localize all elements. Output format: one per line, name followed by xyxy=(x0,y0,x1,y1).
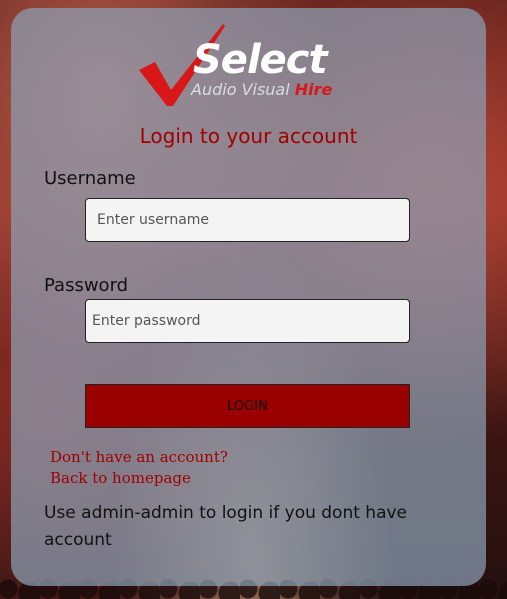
username-input[interactable] xyxy=(85,198,410,242)
login-hint: Use admin-admin to login if you dont hav… xyxy=(44,503,408,550)
page-title: Login to your account xyxy=(139,124,358,148)
brand-logo: Select Audio Visual Hire xyxy=(137,22,367,110)
password-label: Password xyxy=(44,275,129,296)
brand-subtitle: Audio Visual Hire xyxy=(191,82,332,98)
brand-subtitle-highlight: Hire xyxy=(294,80,333,99)
username-label: Username xyxy=(44,168,136,189)
password-input[interactable] xyxy=(85,299,410,343)
login-card: Select Audio Visual Hire Login to your a… xyxy=(11,8,486,586)
homepage-link[interactable]: Back to homepage xyxy=(50,469,191,487)
login-button[interactable]: LOGIN xyxy=(85,384,410,428)
brand-subtitle-text: Audio Visual xyxy=(191,80,290,99)
signup-link[interactable]: Don't have an account? xyxy=(50,448,228,466)
brand-name: Select xyxy=(193,37,328,83)
